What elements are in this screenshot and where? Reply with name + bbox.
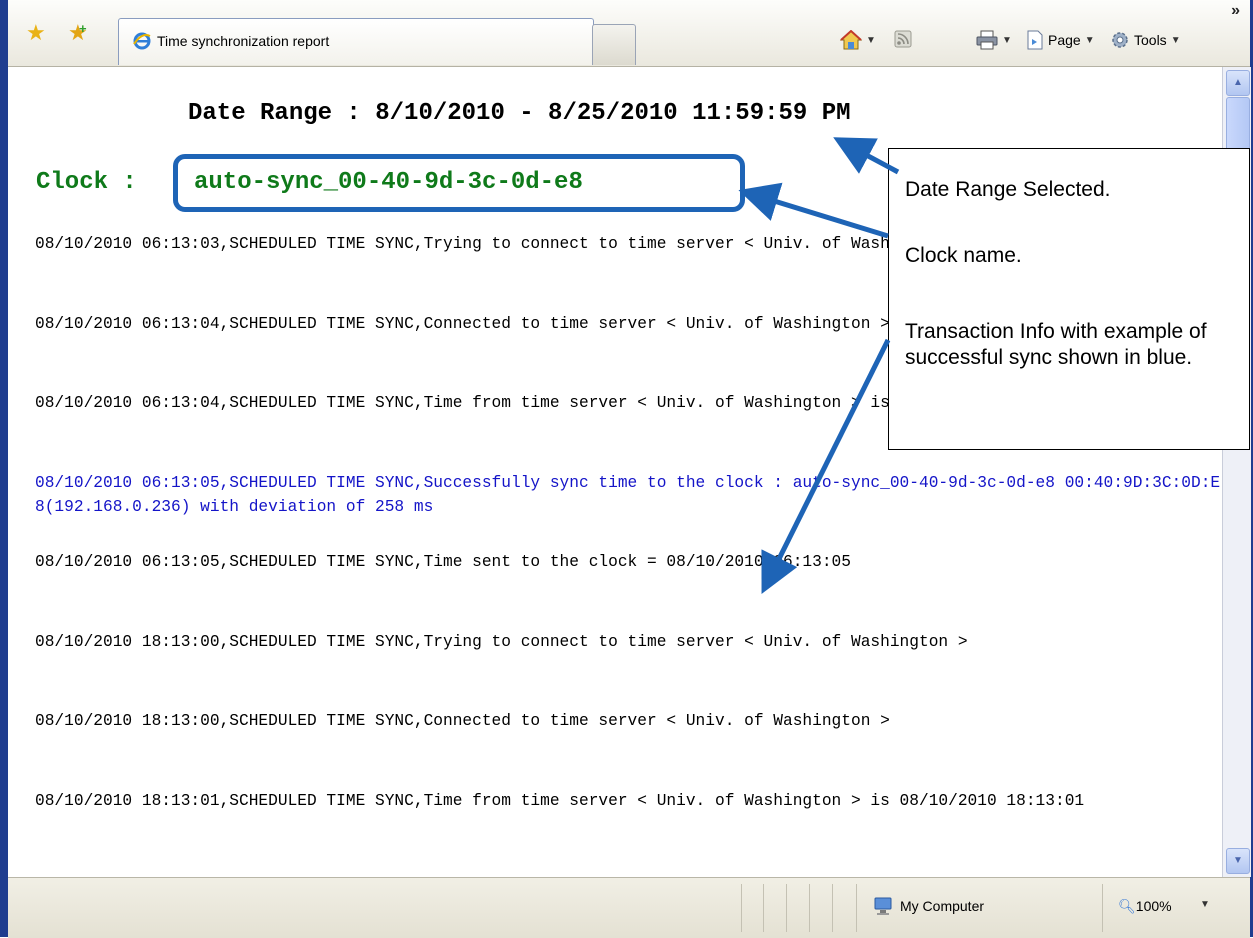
status-divider [1102,884,1103,932]
date-range-heading: Date Range : 8/10/2010 - 8/25/2010 11:59… [188,100,851,127]
scroll-up-button[interactable]: ▲ [1226,70,1250,96]
annotation-callout: Date Range Selected. Clock name. Transac… [888,148,1250,450]
tools-gear-icon [1112,32,1128,48]
home-dropdown-icon[interactable]: ▼ [866,35,876,46]
tab-time-sync-report[interactable]: Time synchronization report [118,18,594,65]
callout-date-range: Date Range Selected. [905,178,1111,201]
status-divider [856,884,857,932]
feeds-button[interactable] [894,30,912,48]
window-frame-left [0,0,8,937]
clock-name-highlight-box [173,154,745,212]
tools-menu-label: Tools [1134,32,1167,48]
browser-toolbar: ★ ★ + Time synchronization report ▼ ▼ Pa… [8,0,1250,67]
home-icon [840,30,862,50]
scroll-down-button[interactable]: ▼ [1226,848,1250,874]
tools-dropdown-icon: ▼ [1170,34,1181,46]
status-divider [741,884,742,932]
status-divider [809,884,810,932]
status-divider [832,884,833,932]
clock-label: Clock : [36,169,152,196]
status-bar: My Computer 🔍︎100% ▼ [8,877,1250,938]
my-computer-icon [874,897,892,915]
home-button[interactable]: ▼ [840,30,876,50]
print-icon [976,30,998,50]
page-menu-label: Page [1048,32,1081,48]
status-divider [763,884,764,932]
status-divider [786,884,787,932]
favorites-center-icon[interactable]: ★ [26,22,46,44]
page-icon [1027,30,1043,50]
print-dropdown-icon[interactable]: ▼ [1002,35,1012,46]
log-entry-success: 08/10/2010 06:13:05,SCHEDULED TIME SYNC,… [35,473,1221,516]
log-entry: 08/10/2010 18:13:00,SCHEDULED TIME SYNC,… [35,632,968,651]
page-dropdown-icon: ▼ [1084,34,1095,46]
ie-page-icon [133,32,151,50]
callout-clock-name: Clock name. [905,244,1022,267]
zoom-dropdown-icon[interactable]: ▼ [1200,899,1210,910]
log-entry: 08/10/2010 18:13:01,SCHEDULED TIME SYNC,… [35,791,1085,810]
print-button[interactable]: ▼ [976,30,1012,50]
add-favorites-icon[interactable]: ★ + [68,21,88,44]
tab-title: Time synchronization report [157,33,330,49]
callout-transaction-info: Transaction Info with example of success… [905,320,1207,369]
new-tab-button[interactable] [592,24,636,65]
feeds-icon [894,30,912,48]
zoom-icon: 🔍︎ [1118,898,1136,914]
log-entry: 08/10/2010 18:13:00,SCHEDULED TIME SYNC,… [35,712,890,730]
toolbar-overflow-chevron[interactable]: » [1231,2,1240,20]
page-menu[interactable]: Page ▼ [1026,30,1095,50]
zoom-level[interactable]: 🔍︎100% [1118,898,1172,915]
security-zone-label[interactable]: My Computer [900,898,984,914]
zoom-value: 100% [1135,898,1172,914]
log-entry: 08/10/2010 06:13:05,SCHEDULED TIME SYNC,… [35,553,851,571]
tools-menu[interactable]: Tools ▼ [1110,30,1181,50]
